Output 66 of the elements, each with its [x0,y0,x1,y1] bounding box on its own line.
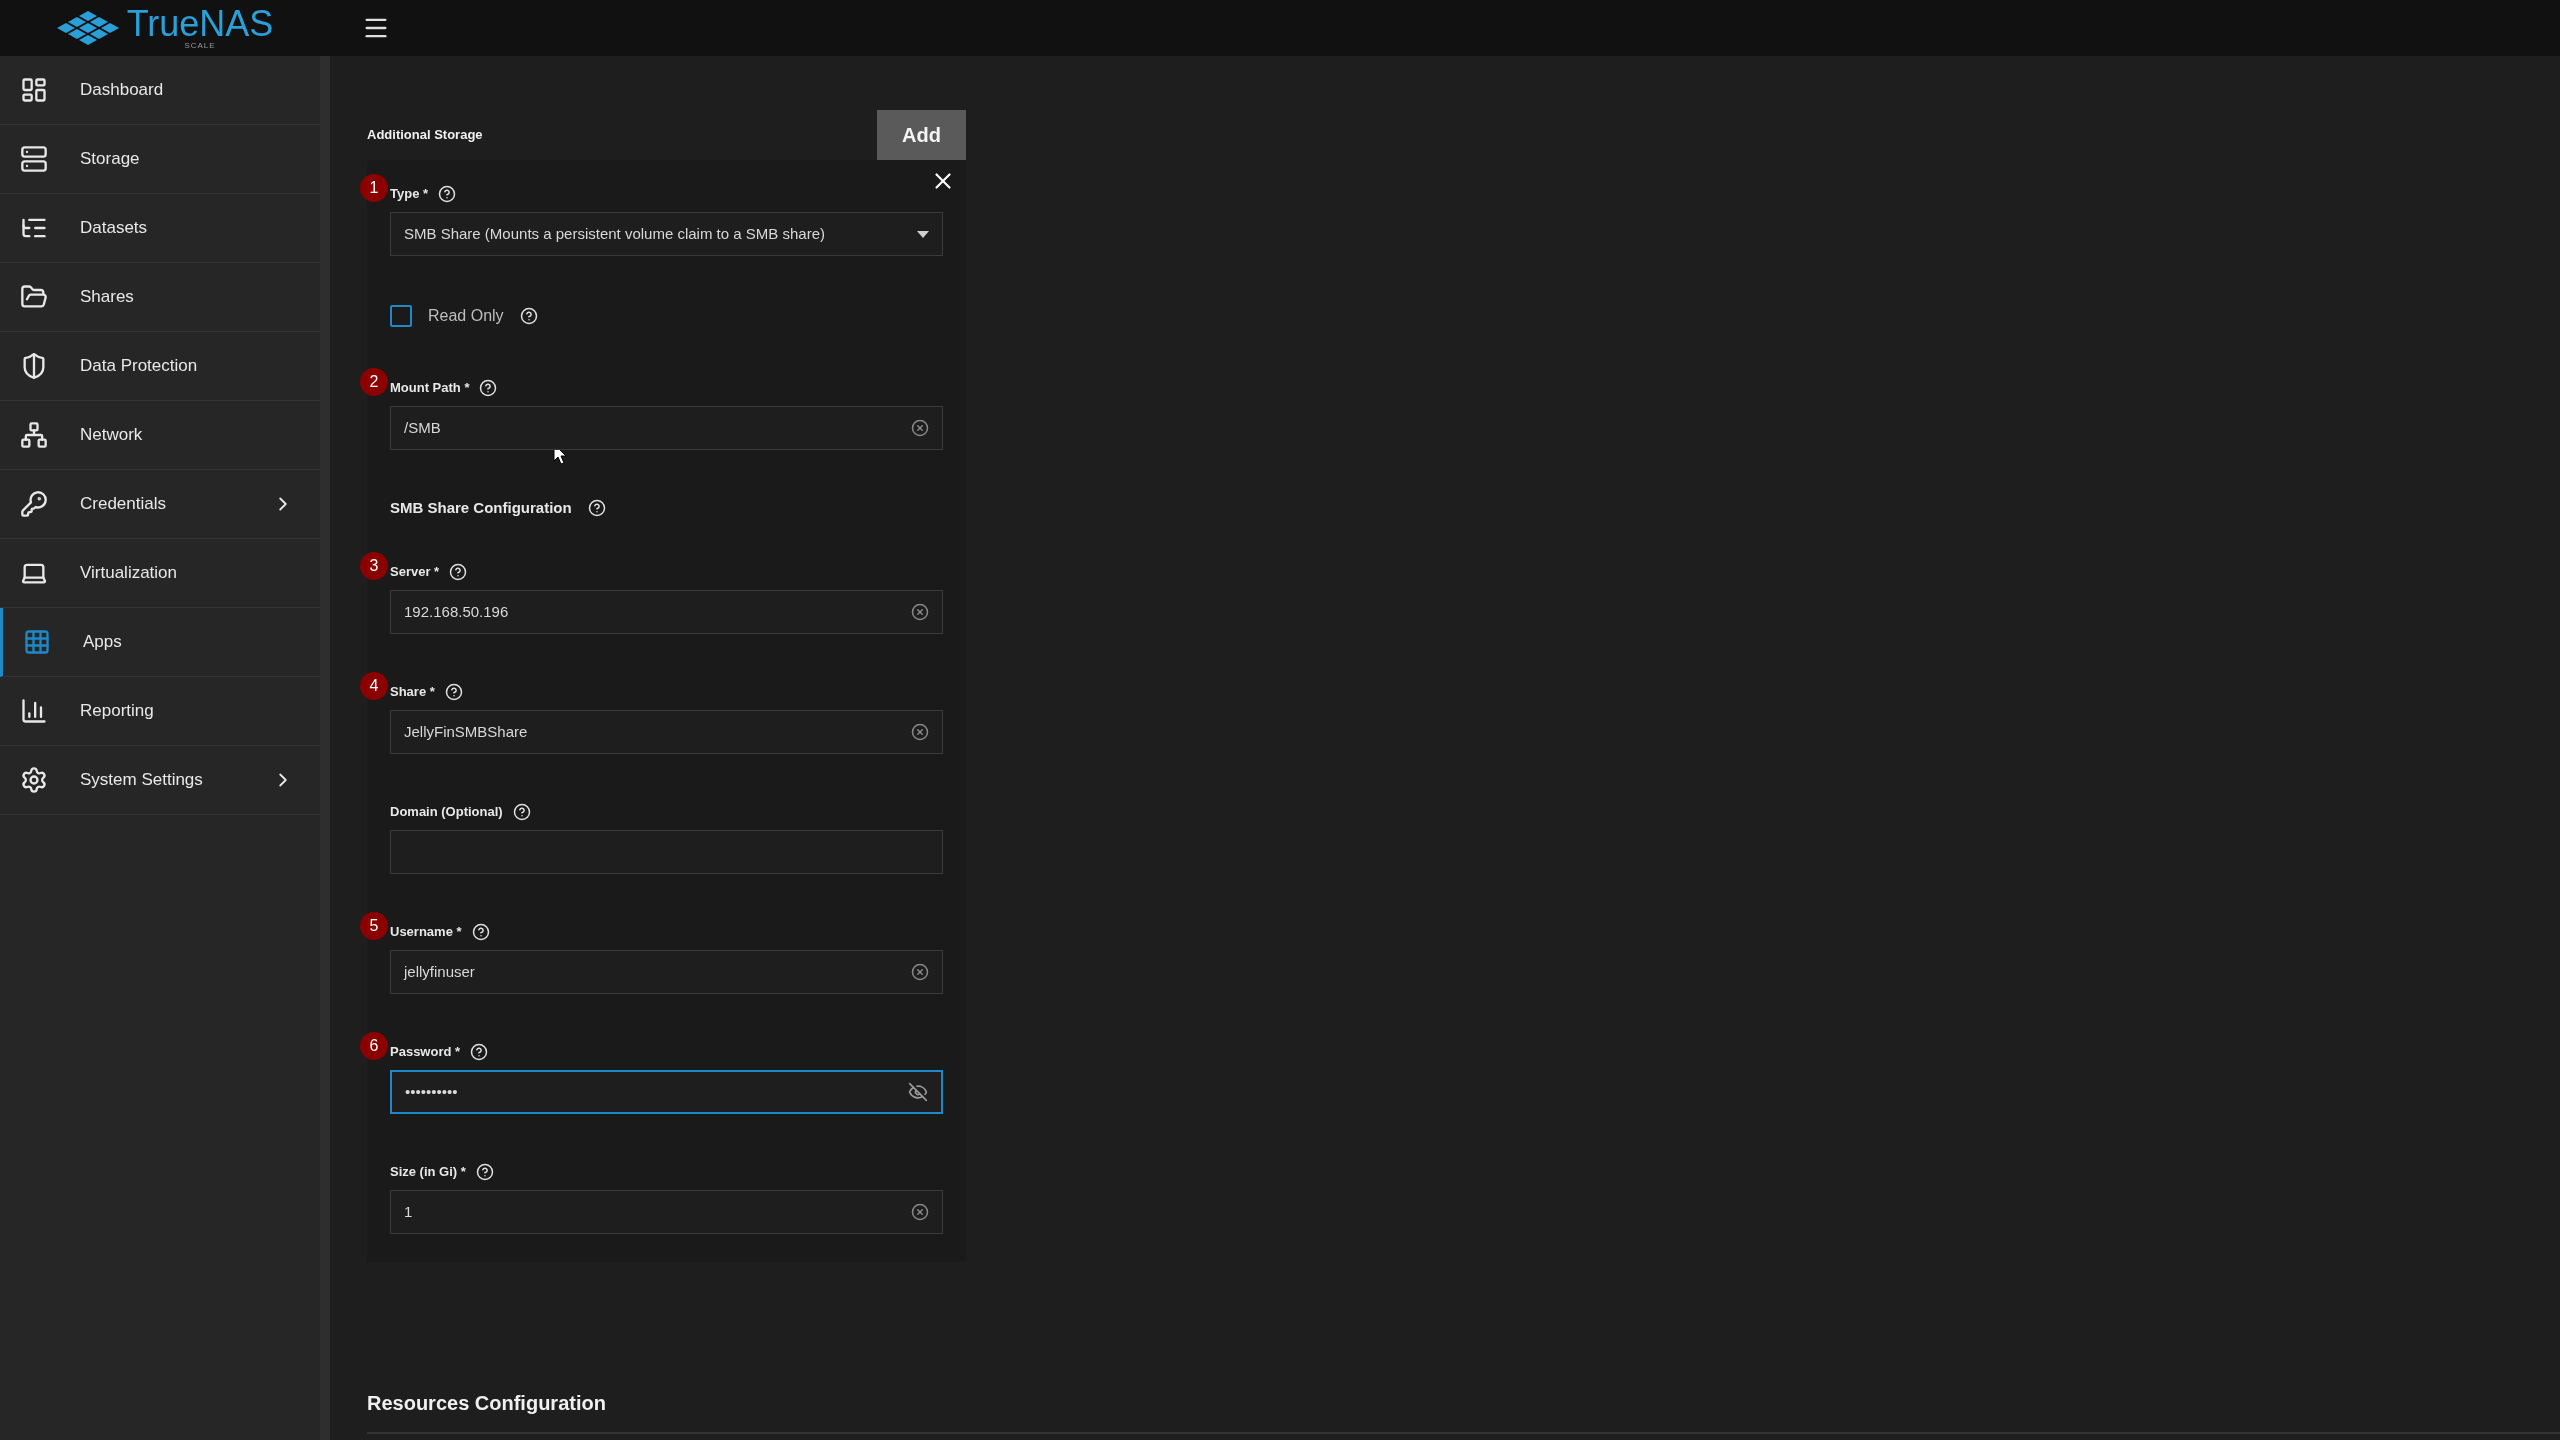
field-label: Domain (Optional) [390,803,503,822]
input-field[interactable]: JellyFinSMBShare [390,710,943,754]
section-title: Resources Configuration [367,1392,606,1414]
logo-edition: SCALE [184,42,216,50]
input-field[interactable]: jellyfinuser [390,950,943,994]
step-marker: 4 [360,672,388,700]
input-field[interactable]: 192.168.50.196 [390,590,943,634]
hide-password-icon[interactable] [908,1082,928,1102]
step-marker: 3 [360,552,388,580]
help-icon[interactable] [512,803,531,821]
bar-chart-icon [20,697,48,725]
help-icon[interactable] [449,563,468,581]
help-icon[interactable] [471,923,490,941]
step-marker: 6 [360,1032,388,1060]
sidebar-item[interactable]: Data Protection [0,332,320,401]
sidebar-item[interactable]: System Settings [0,746,320,815]
sidebar-item[interactable]: Network [0,401,320,470]
sidebar-item[interactable]: Virtualization [0,539,320,608]
key-icon [20,490,48,518]
subsection-heading: SMB Share Configuration [390,497,572,518]
input-field[interactable] [390,830,943,874]
clear-icon[interactable] [911,1203,929,1221]
dashboard-icon [20,76,48,104]
type-select[interactable]: SMB Share (Mounts a persistent volume claim to a SMB share) [390,212,943,256]
add-button[interactable]: Add [877,110,966,160]
clear-icon[interactable] [911,603,929,621]
step-marker: 1 [360,174,388,202]
help-icon[interactable] [470,1043,489,1061]
checkbox-label: Read Only [428,306,504,326]
help-icon[interactable] [438,185,457,203]
sidebar-item[interactable]: Reporting [0,677,320,746]
checkbox[interactable] [390,305,412,327]
settings-icon [20,766,48,794]
field-label: Password * [390,1043,461,1062]
password-field[interactable]: •••••••••• [390,1070,943,1114]
input-field[interactable]: 1 [390,1190,943,1234]
grid-icon [23,628,51,656]
sidebar-item[interactable]: Storage [0,125,320,194]
network-icon [20,421,48,449]
clear-icon[interactable] [911,419,929,437]
help-icon[interactable] [519,307,538,325]
field-label: Share * [390,683,435,702]
step-marker: 5 [360,912,388,940]
sidebar-item[interactable]: Datasets [0,194,320,263]
sidebar-item[interactable]: Apps [0,608,320,677]
help-icon[interactable] [479,379,498,397]
field-label: Mount Path * [390,379,470,398]
dropdown-caret-icon [917,230,929,238]
input-field[interactable]: /SMB [390,406,943,450]
field-label: Size (in Gi) * [390,1163,466,1182]
sidebar-item[interactable]: Shares [0,263,320,332]
clear-icon[interactable] [911,963,929,981]
help-icon[interactable] [587,499,606,517]
help-icon[interactable] [475,1163,494,1181]
field-label: Type * [390,185,429,204]
logo-icon [56,9,119,47]
sidebar-item[interactable]: Dashboard [0,56,320,125]
clear-icon[interactable] [911,723,929,741]
field-label: Username * [390,923,462,942]
logo-wordmark: TrueNAS [126,6,274,42]
section-title: Additional Storage [367,126,483,145]
field-label: Server * [390,563,440,582]
storage-icon [20,145,48,173]
step-marker: 2 [360,368,388,396]
sidebar-item[interactable]: Credentials [0,470,320,539]
help-icon[interactable] [444,683,463,701]
